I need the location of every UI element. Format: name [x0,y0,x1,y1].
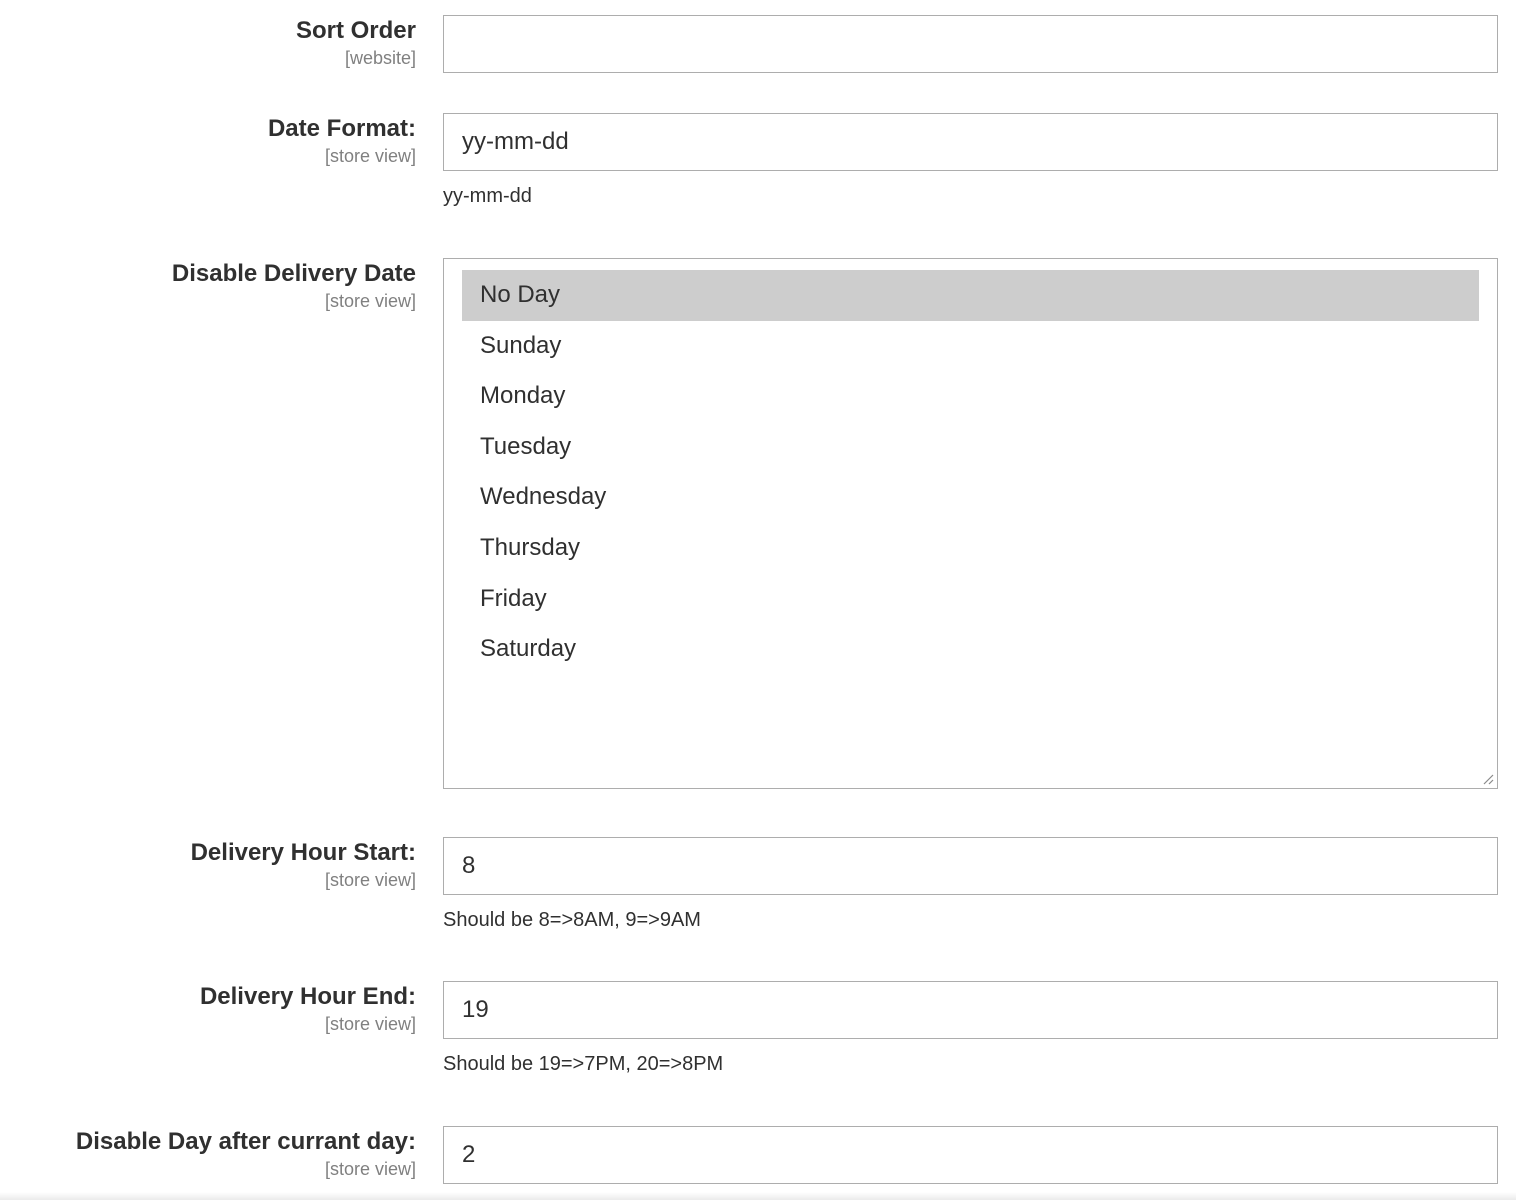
date-format-label-group: Date Format: [store view] [0,114,416,168]
config-form: Sort Order [website] Date Format: [store… [0,0,1516,1200]
option-sunday[interactable]: Sunday [462,321,1479,372]
sort-order-field [443,15,1498,73]
disable-delivery-date-label-group: Disable Delivery Date [store view] [0,259,416,313]
date-format-scope: [store view] [324,146,416,166]
delivery-hour-start-field: Should be 8=>8AM, 9=>9AM [443,837,1498,933]
option-saturday[interactable]: Saturday [462,624,1479,675]
option-no-day[interactable]: No Day [462,270,1479,321]
delivery-hour-start-note: Should be 8=>8AM, 9=>9AM [443,909,701,931]
date-format-note: yy-mm-dd [443,185,532,207]
disable-delivery-date-label: Disable Delivery Date [171,260,416,287]
disable-day-after-field [443,1126,1498,1184]
option-thursday[interactable]: Thursday [462,523,1479,574]
disable-delivery-date-multiselect[interactable]: No Day Sunday Monday Tuesday Wednesday T… [443,258,1498,789]
delivery-hour-start-label: Delivery Hour Start: [190,839,416,866]
date-format-input[interactable] [443,113,1498,171]
option-monday[interactable]: Monday [462,371,1479,422]
resize-handle-icon[interactable] [1482,773,1494,785]
delivery-hour-end-scope: [store view] [324,1014,416,1034]
disable-delivery-date-field: No Day Sunday Monday Tuesday Wednesday T… [443,258,1498,789]
delivery-hour-end-note: Should be 19=>7PM, 20=>8PM [443,1053,724,1075]
delivery-hour-end-field: Should be 19=>7PM, 20=>8PM [443,981,1498,1077]
delivery-hour-start-input[interactable] [443,837,1498,895]
sort-order-label: Sort Order [295,17,416,44]
delivery-hour-end-input[interactable] [443,981,1498,1039]
option-wednesday[interactable]: Wednesday [462,472,1479,523]
delivery-hour-end-label-group: Delivery Hour End: [store view] [0,982,416,1036]
delivery-hour-start-scope: [store view] [324,870,416,890]
sort-order-label-group: Sort Order [website] [0,16,416,70]
sort-order-input[interactable] [443,15,1498,73]
sort-order-scope: [website] [344,48,416,68]
option-tuesday[interactable]: Tuesday [462,422,1479,473]
disable-day-after-input[interactable] [443,1126,1498,1184]
disable-day-after-label-group: Disable Day after currant day: [store vi… [0,1127,416,1181]
date-format-field: yy-mm-dd [443,113,1498,209]
disable-delivery-date-scope: [store view] [324,291,416,311]
delivery-hour-start-label-group: Delivery Hour Start: [store view] [0,838,416,892]
date-format-label: Date Format: [267,115,416,142]
disable-day-after-label: Disable Day after currant day: [75,1128,416,1155]
delivery-hour-end-label: Delivery Hour End: [199,983,416,1010]
bottom-edge-shade [0,1192,1516,1200]
option-friday[interactable]: Friday [462,574,1479,625]
disable-day-after-scope: [store view] [324,1159,416,1179]
